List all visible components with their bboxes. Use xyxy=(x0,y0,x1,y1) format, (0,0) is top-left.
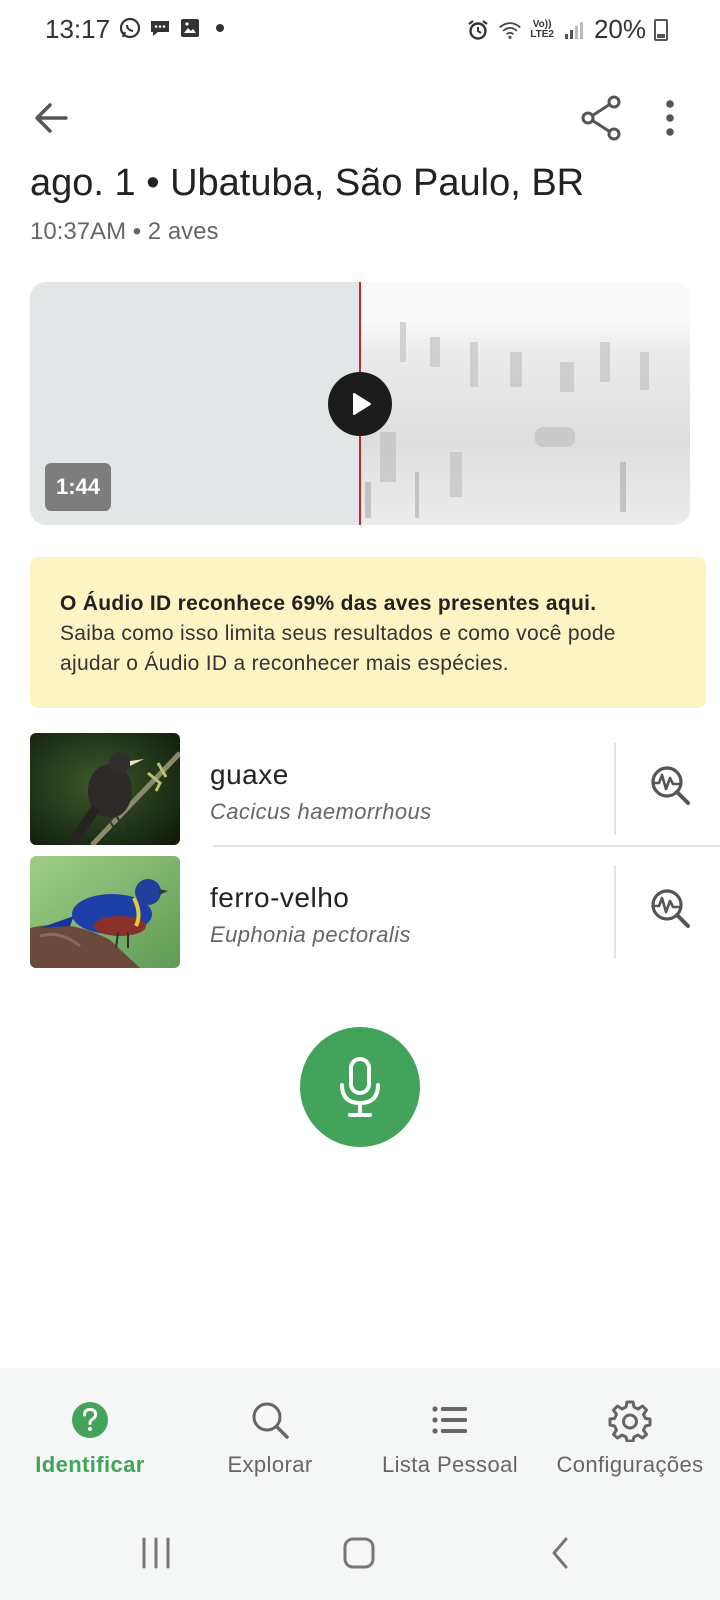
record-button[interactable] xyxy=(300,1027,420,1147)
play-button[interactable] xyxy=(328,372,392,436)
recording-subtitle: 10:37AM • 2 aves xyxy=(30,218,219,245)
list-divider xyxy=(213,845,720,847)
play-icon xyxy=(353,393,371,415)
battery-icon xyxy=(654,18,668,41)
bird-result-row[interactable]: ferro-velho Euphonia pectoralis xyxy=(30,856,720,968)
status-bar: 13:17 Vo)) LTE2 20% xyxy=(0,0,720,60)
coverage-notice[interactable]: O Áudio ID reconhece 69% das aves presen… xyxy=(30,557,706,708)
bottom-navigation: Identificar Explorar Lista Pessoal Confi… xyxy=(0,1368,720,1511)
nav-label: Lista Pessoal xyxy=(381,1452,519,1477)
alarm-icon xyxy=(466,18,490,42)
system-back-button[interactable] xyxy=(540,1531,580,1575)
audio-player[interactable]: 1:44 xyxy=(30,282,690,525)
whatsapp-icon xyxy=(118,16,142,40)
battery-percent: 20% xyxy=(593,14,646,44)
page-title: ago. 1 • Ubatuba, São Paulo, BR xyxy=(30,162,585,204)
nav-label: Configurações xyxy=(556,1452,704,1477)
back-button[interactable] xyxy=(28,98,76,138)
notice-body: Saiba como isso limita seus resultados e… xyxy=(60,622,616,675)
nav-explorar[interactable]: Explorar xyxy=(180,1368,360,1511)
system-status-icons: Vo)) LTE2 20% xyxy=(466,14,668,45)
bird-scientific-name: Euphonia pectoralis xyxy=(210,922,411,947)
more-vert-icon xyxy=(666,100,674,136)
home-icon xyxy=(343,1537,375,1569)
notification-icons xyxy=(118,16,224,40)
nav-identificar[interactable]: Identificar xyxy=(0,1368,180,1511)
microphone-icon xyxy=(340,1057,380,1117)
more-notifications-dot xyxy=(216,24,224,32)
spectrogram-image xyxy=(360,317,690,525)
view-in-recording-button[interactable] xyxy=(648,886,692,930)
bird-photo xyxy=(30,856,180,968)
recent-apps-button[interactable] xyxy=(136,1531,176,1575)
list-icon xyxy=(432,1406,467,1434)
share-icon xyxy=(581,95,621,141)
arrow-left-icon xyxy=(35,103,68,133)
bird-photo xyxy=(30,733,180,845)
chevron-left-icon xyxy=(552,1537,568,1569)
app-bar xyxy=(0,80,720,156)
volte-indicator: Vo)) LTE2 xyxy=(530,18,554,40)
recents-icon xyxy=(142,1537,170,1569)
spectrogram-search-icon xyxy=(651,889,690,928)
nav-label: Identificar xyxy=(35,1452,145,1477)
more-options-button[interactable] xyxy=(654,94,686,142)
spectrogram-search-icon xyxy=(651,766,690,805)
wifi-icon xyxy=(498,18,522,42)
bird-scientific-name: Cacicus haemorrhous xyxy=(210,799,432,824)
signal-icon xyxy=(562,18,586,42)
notice-headline: O Áudio ID reconhece 69% das aves presen… xyxy=(60,592,597,615)
duration-badge: 1:44 xyxy=(45,463,111,511)
nav-lista-pessoal[interactable]: Lista Pessoal xyxy=(360,1368,540,1511)
nav-configuracoes[interactable]: Configurações xyxy=(540,1368,720,1511)
system-navigation-bar xyxy=(0,1511,720,1600)
bird-common-name: guaxe xyxy=(210,759,289,790)
help-circle-icon xyxy=(72,1402,108,1438)
nav-label: Explorar xyxy=(227,1452,313,1477)
spectrogram[interactable] xyxy=(360,282,690,525)
bird-result-row[interactable]: guaxe Cacicus haemorrhous xyxy=(30,733,720,845)
bird-common-name: ferro-velho xyxy=(210,882,350,913)
gear-icon xyxy=(608,1400,652,1442)
gallery-icon xyxy=(178,16,202,40)
chat-icon xyxy=(148,16,172,40)
row-divider xyxy=(614,743,616,835)
view-in-recording-button[interactable] xyxy=(648,763,692,807)
home-button[interactable] xyxy=(338,1531,382,1575)
row-divider xyxy=(614,866,616,958)
status-time: 13:17 xyxy=(45,14,111,44)
search-icon xyxy=(252,1402,289,1439)
share-button[interactable] xyxy=(578,94,626,142)
